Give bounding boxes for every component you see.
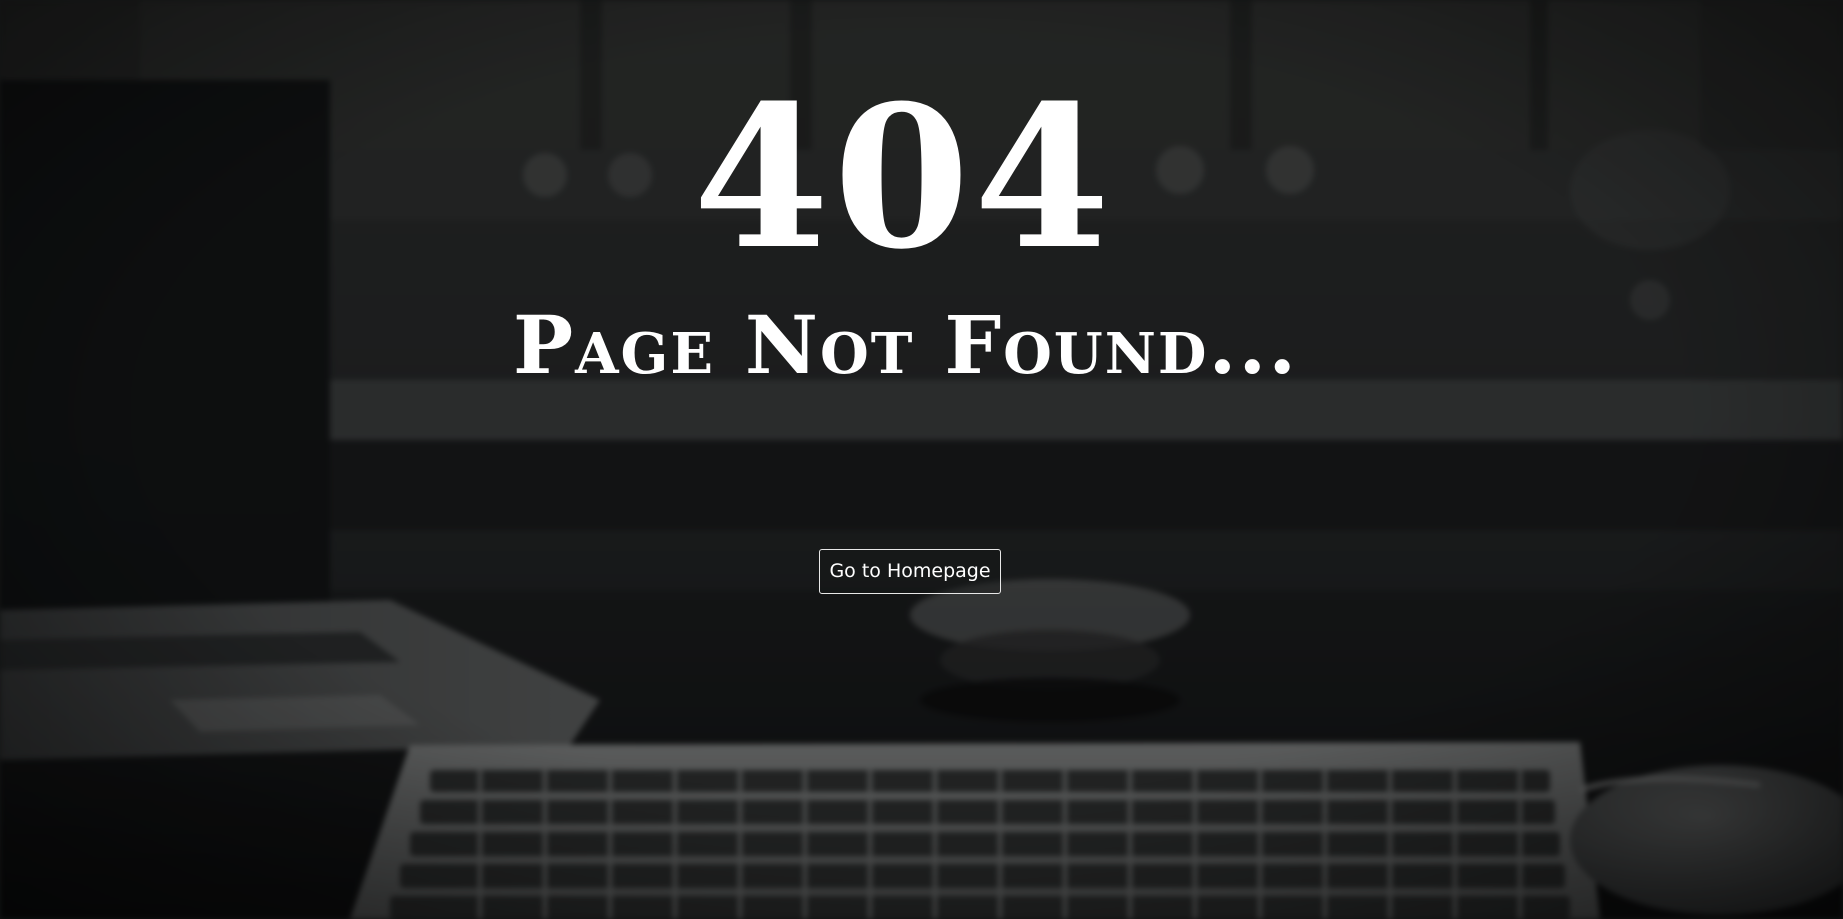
page-stage: 404 Page Not Found... Go to Homepage bbox=[0, 0, 1843, 919]
error-code: 404 bbox=[692, 63, 1115, 293]
error-message: Page Not Found... bbox=[512, 298, 1299, 392]
error-content: 404 Page Not Found... Go to Homepage bbox=[0, 0, 1843, 919]
go-to-homepage-button[interactable]: Go to Homepage bbox=[819, 549, 1001, 594]
